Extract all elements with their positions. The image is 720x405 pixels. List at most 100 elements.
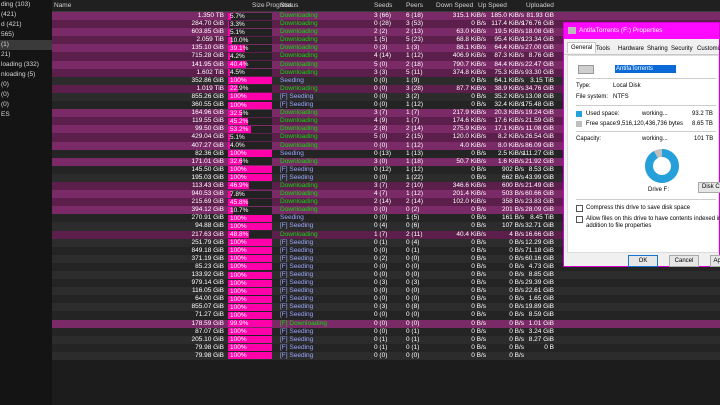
torrent-uploaded: 27.00 GiB (525, 44, 554, 52)
progress-bar: 100% (228, 93, 272, 101)
progress-text: 100% (230, 166, 247, 174)
torrent-uploaded: 3.15 TiB (530, 76, 554, 84)
torrent-uploaded: 71.18 GiB (525, 246, 554, 254)
progress-bar: 100% (228, 263, 272, 271)
sidebar-filter-item[interactable]: d (421) (0, 20, 52, 30)
sidebar-filter-item[interactable]: (0) (0, 90, 52, 100)
progress-text: 10.7% (230, 206, 249, 214)
sidebar-filter-item[interactable]: (0) (0, 80, 52, 90)
progress-bar: 100% (228, 101, 272, 109)
dialog-titlebar[interactable]: AntifaTorrents (F:) Properties (564, 23, 719, 39)
torrent-size: 135.10 GiB (191, 44, 224, 52)
disk-cleanup-button[interactable]: Disk Cleanup (698, 182, 720, 193)
divider (576, 199, 716, 200)
torrent-uploaded: 12.29 GiB (525, 238, 554, 246)
ok-button[interactable]: OK (628, 255, 658, 267)
torrent-status: [F] Seeding (280, 222, 314, 230)
torrent-uploaded: 8.59 GiB (528, 311, 554, 319)
used-label: Used space: (586, 111, 620, 117)
torrent-size: 85.23 GiB (195, 262, 224, 270)
tab-security[interactable]: Security (668, 44, 696, 54)
col-name[interactable]: Name (54, 2, 71, 9)
table-row[interactable]: ⇑bionxiv_2022855.07 GiB100%[F] Seeding0 … (52, 303, 720, 312)
properties-dialog: AntifaTorrents (F:) Properties General T… (563, 22, 720, 267)
sidebar-filter-item[interactable] (0, 120, 52, 130)
sidebar-filter-item[interactable]: 565) (0, 30, 52, 40)
torrent-status: [F] Seeding (280, 287, 314, 295)
index-checkbox[interactable] (576, 216, 583, 223)
tab-sharing[interactable]: Sharing (644, 44, 671, 54)
table-row[interactable]: ⇑00212587.07 GiB100%[F] Seeding0 (0)0 (1… (52, 327, 720, 336)
torrent-size: 1.602 TiB (196, 68, 224, 76)
torrent-status: Seeding (280, 76, 304, 84)
torrent-status: Downloading (280, 44, 318, 52)
progress-text: 46.9% (230, 182, 249, 190)
torrent-status: [F] Seeding (280, 238, 314, 246)
sidebar-filter-item[interactable]: 21) (0, 50, 52, 60)
tab-hardware[interactable]: Hardware (615, 44, 647, 54)
sidebar-filter-item[interactable]: (421) (0, 10, 52, 20)
tab-general[interactable]: General (567, 42, 597, 53)
torrent-size: 394.12 GiB (191, 206, 224, 214)
col-up-speed[interactable]: Up Speed (478, 2, 507, 9)
progress-text: 32.6% (230, 158, 249, 166)
progress-text: 32.5% (230, 109, 249, 117)
sidebar-filter-item[interactable]: ding (103) (0, 0, 52, 10)
progress-text: 53.2% (230, 125, 249, 133)
hard-drive-icon (578, 65, 594, 74)
tab-customize[interactable]: Customize (694, 44, 720, 54)
progress-bar: 53.2% (228, 125, 272, 133)
sidebar-filter-item[interactable]: (1) (0, 40, 52, 50)
sidebar-filter-item[interactable]: (0) (0, 100, 52, 110)
col-seeds[interactable]: Seeds (374, 2, 392, 9)
used-arc (645, 149, 679, 183)
torrent-size: 215.69 GiB (191, 198, 224, 206)
sidebar-filter-item[interactable] (0, 130, 52, 140)
torrent-size: 251.79 GiB (191, 238, 224, 246)
torrent-size: 217.63 GiB (191, 230, 224, 238)
torrent-uploaded: 11.08 GiB (525, 125, 554, 133)
sidebar-filter-item[interactable]: nloading (5) (0, 70, 52, 80)
cancel-button[interactable]: Cancel (669, 255, 699, 267)
col-status[interactable]: Status (280, 2, 298, 9)
table-row[interactable]: ⇑gu_imngumi_ver01133.92 GiB100%[F] Seedi… (52, 271, 720, 280)
drive-name-field[interactable]: AntifaTorrents (615, 65, 676, 73)
torrent-status: Downloading (280, 12, 318, 19)
table-row[interactable]: ⇓saam1.350 TB5.7%Downloading3 (66)6 (18)… (52, 12, 720, 21)
progress-text: 100% (230, 328, 247, 336)
table-row[interactable]: ⇓fermi_gbm_burst178.59 GiB99.9%[F] Downl… (52, 319, 720, 328)
torrent-status: Downloading (280, 28, 318, 36)
table-row[interactable]: ⇑ct_energytonic_ver0179.98 GiB100%[F] Se… (52, 343, 720, 352)
fs-label: File system: (576, 94, 609, 100)
torrent-size: 352.86 GiB (191, 76, 224, 84)
torrent-size: 79.98 GiB (195, 343, 224, 351)
apply-button[interactable]: Apply (710, 255, 720, 267)
torrent-uploaded: 8.27 GiB (528, 335, 554, 343)
table-row[interactable]: ⇑oceans_color79.98 GiB100%[F] Seeding0 (… (52, 351, 720, 361)
compress-checkbox[interactable] (576, 205, 583, 212)
sidebar-filter-item[interactable]: loading (332) (0, 60, 52, 70)
torrent-size: 429.04 GiB (191, 133, 224, 141)
table-row[interactable]: ⇑bionxiv_2023979.14 GiB100%[F] Seeding0 … (52, 279, 720, 288)
torrent-status: [F] Seeding (280, 246, 314, 254)
table-row[interactable]: ⇑ffi116.05 GiB100%[F] Seeding0 (0)0 (0)0… (52, 287, 720, 296)
table-row[interactable]: ⇑nbs_indigobunting_ver0164.00 GiB100%[F]… (52, 295, 720, 304)
col-size[interactable]: Size (252, 2, 265, 9)
torrent-uploaded: 3.24 GiB (528, 327, 554, 335)
table-header: Name Size Progress Status Seeds Peers Do… (52, 0, 720, 12)
torrent-uploaded: 21.59 GiB (525, 117, 554, 125)
table-row[interactable]: ⇑wyu_beholder_ver0171.27 GiB100%[F] Seed… (52, 311, 720, 320)
sidebar-filter-item[interactable]: ES (0, 110, 52, 120)
col-uploaded[interactable]: Uploaded (526, 2, 554, 9)
col-down-speed[interactable]: Down Speed (436, 2, 473, 9)
tab-tools[interactable]: Tools (593, 44, 613, 54)
free-size: 8.65 TB (692, 121, 713, 127)
progress-text: 100% (230, 303, 247, 311)
torrent-uploaded: 175.48 GiB (521, 101, 554, 109)
table-row[interactable]: ⇑sohcs205.10 GiB100%[F] Seeding0 (1)0 (1… (52, 335, 720, 344)
torrent-status: Downloading (280, 157, 318, 165)
torrent-uploaded: 0 B (544, 343, 554, 351)
progress-text: 100% (230, 247, 247, 255)
col-peers[interactable]: Peers (406, 2, 423, 9)
progress-text: 5.7% (230, 12, 245, 20)
